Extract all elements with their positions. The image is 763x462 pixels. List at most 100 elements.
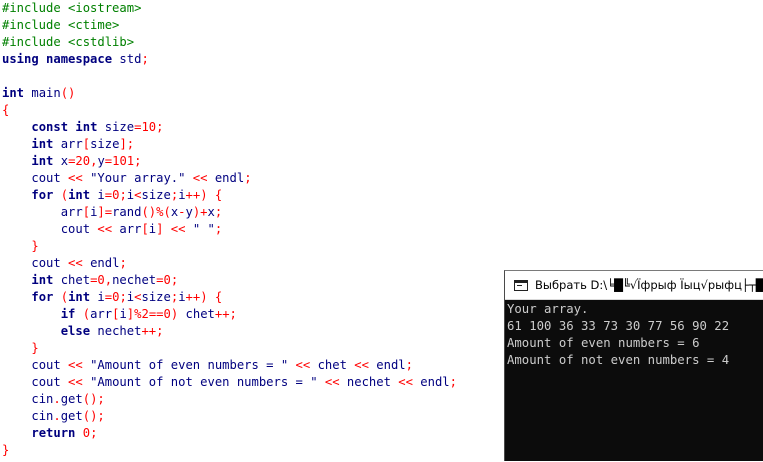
code-token: [ [82, 205, 91, 219]
code-token: 2 [141, 307, 149, 321]
code-token: << [390, 375, 421, 389]
code-token: << [185, 171, 215, 185]
code-token: ()%( [141, 205, 171, 219]
code-token: i [119, 307, 127, 321]
code-token: cout [60, 222, 91, 236]
code-token: == [148, 307, 164, 321]
code-token: ; [449, 375, 457, 389]
code-line: int x=20,y=101; [2, 153, 141, 170]
code-line: if (arr[i]%2==0) chet++; [2, 306, 237, 323]
code-line: using namespace std; [2, 51, 149, 68]
code-token: ]; [119, 137, 135, 151]
code-token: size [90, 137, 120, 151]
code-token: get [60, 409, 83, 423]
code-line: cout << "Amount of even numbers = " << c… [2, 357, 413, 374]
code-token: #include <iostream> [2, 1, 142, 15]
code-line: for (int i=0;i<size;i++) { [2, 187, 222, 204]
code-token: 0 [163, 307, 171, 321]
code-token: [ [141, 222, 149, 236]
code-token: ; [156, 120, 164, 134]
code-token: arr [60, 205, 83, 219]
code-token: const [31, 120, 69, 134]
code-line: cin.get(); [2, 391, 105, 408]
code-token: } [2, 443, 10, 457]
code-token: rand [112, 205, 142, 219]
console-window[interactable]: Выбрать D:\╘█╚√Ïфрыф Ïыц√рыфц├┬█ Your ar… [504, 270, 763, 461]
code-token: nechet [346, 375, 391, 389]
code-token: ++) { [185, 188, 223, 202]
code-token: size [141, 188, 171, 202]
console-line: Amount of not even numbers = 4 [507, 353, 730, 367]
code-token: main [24, 86, 61, 100]
code-token: } [31, 341, 39, 355]
code-token: ; [119, 188, 127, 202]
code-token: << [60, 256, 91, 270]
console-output[interactable]: Your array. 61 100 36 33 73 30 77 56 90 … [505, 300, 763, 462]
code-line: } [2, 442, 9, 459]
console-titlebar[interactable]: Выбрать D:\╘█╚√Ïфрыф Ïыц√рыфц├┬█ [505, 271, 763, 300]
code-token: (); [82, 392, 105, 406]
code-line: return 0; [2, 425, 97, 442]
code-line: int chet=0,nechet=0; [2, 272, 178, 289]
code-token: x [207, 205, 215, 219]
code-line: cout << "Your array." << endl; [2, 170, 251, 187]
code-token: () [60, 86, 76, 100]
code-token: ++; [141, 324, 164, 338]
code-token: chet [53, 273, 91, 287]
code-token: ( [53, 188, 69, 202]
code-token: - [178, 205, 186, 219]
code-token: x [53, 154, 69, 168]
code-token: } [31, 239, 39, 253]
code-token: size [141, 290, 171, 304]
code-token: ; [141, 52, 149, 66]
code-token: ++; [214, 307, 237, 321]
code-token: int [31, 137, 54, 151]
code-line: else nechet++; [2, 323, 164, 340]
code-token: 0 [163, 273, 171, 287]
code-token: ; [214, 205, 223, 219]
code-line: } [2, 340, 39, 357]
code-token: ; [170, 273, 179, 287]
console-line: 61 100 36 33 73 30 77 56 90 22 [507, 319, 730, 333]
code-token: . [53, 409, 61, 423]
code-token: (); [82, 409, 105, 423]
code-line: #include <iostream> [2, 0, 141, 17]
code-token: [ [82, 137, 91, 151]
console-title: Выбрать D:\╘█╚√Ïфрыф Ïыц√рыфц├┬█ [535, 278, 763, 292]
code-token: namespace [46, 52, 113, 66]
code-token: = [104, 188, 113, 202]
code-token: int [31, 154, 54, 168]
code-token: y [185, 205, 193, 219]
code-token: ]% [126, 307, 142, 321]
code-line: arr[i]=rand()%(x-y)+x; [2, 204, 223, 221]
code-token: ( [53, 290, 69, 304]
code-line: #include <cstdlib> [2, 34, 134, 51]
code-token: cout [31, 375, 61, 389]
code-token: = [104, 290, 113, 304]
code-token: 0 [82, 426, 91, 440]
code-token: 101 [112, 154, 135, 168]
code-token: )+ [192, 205, 208, 219]
code-token: arr [119, 222, 142, 236]
code-token: << [317, 375, 347, 389]
code-token: ; [119, 290, 127, 304]
code-token: . [53, 392, 61, 406]
code-token: cin [31, 409, 54, 423]
code-token: << [60, 375, 91, 389]
code-token: "Amount of not even numbers = " [90, 375, 318, 389]
code-token: y [97, 154, 105, 168]
code-token: int [68, 290, 91, 304]
